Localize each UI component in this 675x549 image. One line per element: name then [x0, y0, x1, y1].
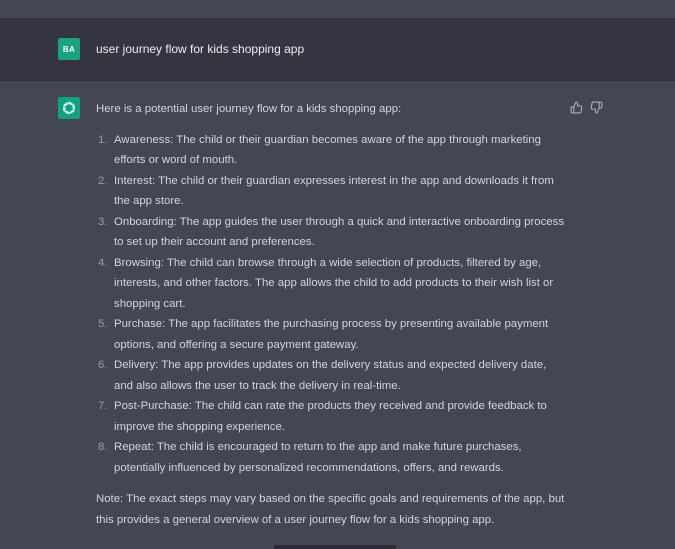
list-item: 8. Repeat: The child is encouraged to ret… [98, 437, 566, 478]
step-number: 2. [98, 174, 108, 187]
assistant-note: Note: The exact steps may vary based on … [96, 493, 565, 526]
step-number: 7. [98, 400, 108, 412]
list-item: 5. Purchase: The app facilitates the purc… [98, 314, 566, 355]
step-number: 3. [98, 215, 108, 228]
top-strip [0, 0, 675, 18]
step-number: 4. [98, 256, 108, 269]
assistant-message-content: Here is a potential user journey flow fo… [96, 99, 566, 530]
step-number: 5. [98, 318, 108, 330]
step-text: Purchase: The app facilitates the purcha… [114, 318, 549, 351]
step-text: Onboarding: The app guides the user thro… [114, 215, 565, 249]
list-item: 7. Post-Purchase: The child can rate the … [98, 396, 566, 437]
user-message-text: user journey flow for kids shopping app [96, 42, 305, 56]
list-item: 6. Delivery: The app provides updates on … [98, 355, 566, 396]
list-item: 3. Onboarding: The app guides the user th… [98, 212, 566, 253]
openai-logo-icon [58, 97, 80, 119]
thumbs-down-icon[interactable] [589, 100, 603, 114]
list-item: 4. Browsing: The child can browse through… [98, 253, 566, 315]
step-text: Post-Purchase: The child can rate the pr… [114, 400, 547, 433]
step-text: Delivery: The app provides updates on th… [114, 359, 547, 392]
step-text: Repeat: The child is encouraged to retur… [114, 441, 522, 474]
user-avatar: BA [58, 38, 80, 60]
step-number: 6. [98, 359, 108, 371]
list-item: 2. Interest: The child or their guardian … [98, 171, 566, 212]
step-number: 8. [98, 441, 108, 453]
step-text: Browsing: The child can browse through a… [114, 256, 554, 310]
step-number: 1. [98, 133, 108, 146]
assistant-message-row: Here is a potential user journey flow fo… [0, 81, 675, 549]
feedback-buttons [569, 100, 603, 114]
thumbs-up-icon[interactable] [569, 100, 583, 114]
step-text: Interest: The child or their guardian ex… [114, 174, 554, 208]
assistant-intro: Here is a potential user journey flow fo… [96, 103, 402, 115]
step-text: Awareness: The child or their guardian b… [114, 133, 541, 167]
user-message-row: BA user journey flow for kids shopping a… [0, 18, 675, 81]
bottom-bar-edge [274, 545, 396, 549]
steps-list: 1. Awareness: The child or their guardian… [96, 130, 566, 479]
list-item: 1. Awareness: The child or their guardian… [98, 130, 566, 171]
